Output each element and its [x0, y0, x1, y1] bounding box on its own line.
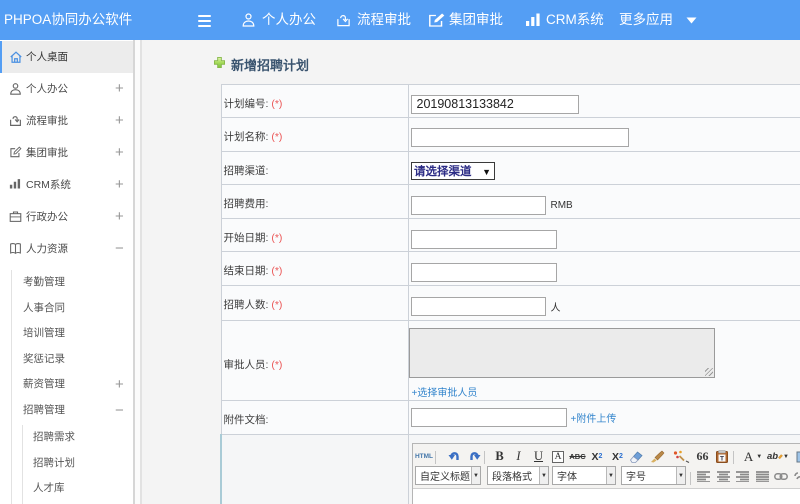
svg-text:T: T	[720, 456, 724, 463]
